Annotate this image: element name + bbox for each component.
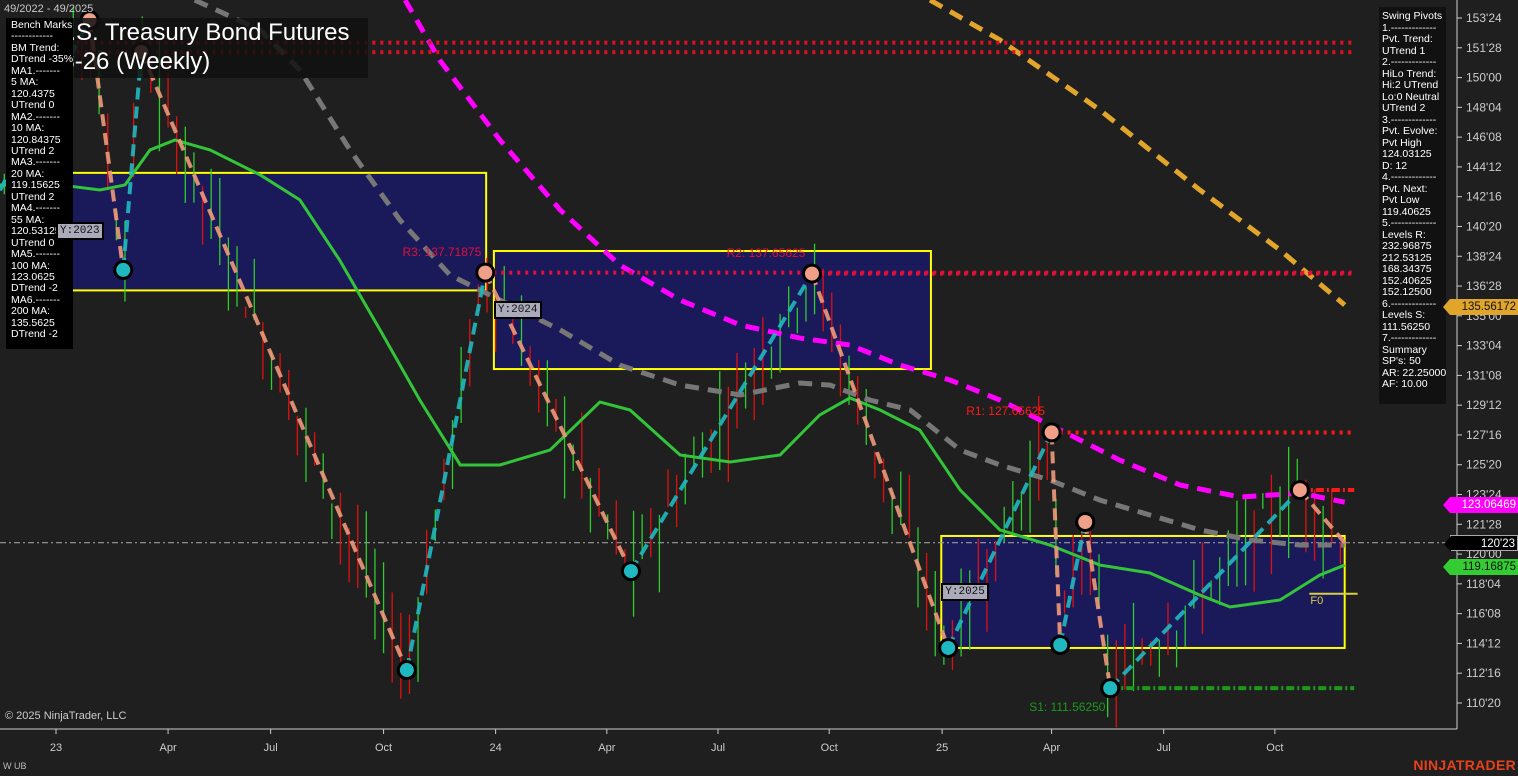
price-tick-label: 116'08 — [1466, 607, 1501, 621]
swing-pivot-high — [478, 265, 493, 280]
level-label: R3: 137.71875 — [402, 244, 482, 259]
chart-title-box: U.S. Treasury Bond Futures 03-26 (Weekly… — [48, 18, 368, 78]
price-tick-label: 148'04 — [1466, 100, 1502, 114]
level-label: R1: 127.65625 — [966, 404, 1045, 419]
f0-label: F0 — [1310, 594, 1324, 607]
price-tick-label: 144'12 — [1466, 160, 1502, 174]
bench-marks-panel: Bench Marks ------------ BM Trend: DTrend -… — [6, 18, 73, 349]
price-flag: 135.56172 — [1443, 298, 1518, 315]
swing-pivot-high — [804, 266, 819, 281]
price-chart[interactable]: 153'24 151'28 150'00 148'04 146'08 144'12 142'… — [0, 0, 1518, 776]
swing-pivot-low — [399, 663, 414, 678]
time-tick-label: Apr — [1043, 742, 1060, 754]
year-range-label: Y:2025 — [941, 583, 989, 601]
chart-title-line2: 03-26 (Weekly) — [48, 48, 211, 75]
panel-line: Swing Pivots — [1382, 10, 1443, 22]
price-tick-label: 114'12 — [1466, 636, 1501, 650]
time-tick-label: Oct — [1266, 742, 1283, 754]
level-label: S1: 111.56250 — [1029, 700, 1106, 715]
swing-pivot-high — [1078, 514, 1093, 529]
price-flag: 120'23 — [1444, 534, 1518, 552]
panel-line: UTrend 0 — [11, 99, 55, 112]
price-tick-label: 142'16 — [1466, 190, 1502, 204]
date-range: 49/2022 - 49/2025 — [4, 3, 94, 15]
time-tick-label: 25 — [936, 742, 948, 754]
panel-line: Pvt. Evolve: — [1382, 125, 1438, 137]
time-tick-label: Jul — [711, 742, 725, 754]
swing-pivot-high — [1292, 483, 1307, 498]
swing-leg — [139, 51, 409, 671]
price-tick-label: 121'28 — [1466, 517, 1502, 531]
time-tick-label: 23 — [50, 742, 62, 754]
price-tick-label: 127'16 — [1466, 428, 1502, 442]
panel-line: 124.03125 — [1382, 148, 1432, 160]
panel-line: MA4.------- — [11, 202, 60, 215]
price-tick-label: 136'28 — [1466, 279, 1502, 293]
price-tick-label: 112'16 — [1466, 666, 1501, 680]
panel-line: 10 MA: — [11, 122, 45, 135]
panel-line: 5.------------- — [1382, 217, 1437, 229]
plot-area — [0, 0, 1457, 728]
copyright: © 2025 NinjaTrader, LLC — [5, 710, 127, 722]
chart-title-line1: U.S. Treasury Bond Futures — [52, 19, 350, 46]
time-tick-label: Oct — [821, 742, 838, 754]
time-tick-label: Apr — [598, 742, 615, 754]
swing-pivot-high — [1044, 425, 1059, 440]
swing-pivot-low — [623, 564, 638, 579]
price-tick-label: 129'12 — [1466, 398, 1502, 412]
level-label: R2: 137.65625 — [726, 245, 806, 260]
swing-pivot-low — [1053, 637, 1068, 652]
price-tick-label: 138'24 — [1466, 249, 1502, 263]
ma-line-200ma — [928, 0, 1347, 307]
time-tick-label: Jul — [1157, 742, 1171, 754]
price-tick-label: 146'08 — [1466, 130, 1502, 144]
price-tick-label: 125'20 — [1466, 458, 1502, 472]
price-tick-label: 153'24 — [1466, 11, 1502, 25]
swing-pivot-low — [116, 262, 131, 277]
price-tick-label: 151'28 — [1466, 41, 1502, 55]
price-tick-label: 110'20 — [1466, 696, 1501, 710]
panel-line: Hi:2 UTrend — [1382, 79, 1439, 91]
panel-line: DTrend -2 — [11, 328, 58, 341]
swing-pivot-low — [941, 640, 956, 655]
swing-leg — [404, 272, 488, 671]
panel-line: 7.------------- — [1382, 332, 1437, 344]
chart-title: U.S. Treasury Bond Futures 03-26 (Weekly… — [48, 18, 349, 76]
instrument-label: W UB — [3, 761, 27, 771]
year-range-label: Y:2023 — [56, 222, 104, 241]
panel-line: SP's: 50 — [1382, 355, 1421, 367]
time-tick-label: 24 — [489, 742, 501, 754]
time-tick-label: Jul — [264, 742, 278, 754]
panel-line: Pvt. Trend: — [1382, 33, 1433, 45]
panel-line: Pvt Low — [1382, 194, 1420, 206]
price-tick-label: 140'20 — [1466, 219, 1502, 233]
panel-line: 152.12500 — [1382, 286, 1432, 298]
price-tick-label: 150'00 — [1466, 71, 1502, 85]
panel-line: UTrend 2 — [1382, 102, 1426, 114]
panel-line: AF: 10.00 — [1382, 378, 1428, 390]
panel-line: 2.------------- — [1382, 56, 1437, 68]
price-tick-label: 131'08 — [1466, 368, 1502, 382]
ninjatrader-logo: NINJATRADER — [1413, 757, 1516, 773]
year-range-label: Y:2024 — [493, 300, 542, 319]
panel-line: MA5.------- — [11, 248, 60, 261]
price-tick-label: 118'04 — [1466, 577, 1501, 591]
panel-line: 4.------------- — [1382, 171, 1437, 183]
year-range-box — [940, 534, 1346, 649]
panel-line: 232.96875 — [1382, 240, 1432, 252]
panel-line: Levels S: — [1382, 309, 1426, 321]
price-tick-label: 133'04 — [1466, 339, 1502, 353]
swing-pivots-panel: Swing Pivots 1.------------- Pvt. Trend: UT… — [1379, 7, 1446, 404]
panel-line: 168.34375 — [1382, 263, 1432, 275]
price-flag: 123.06469 — [1443, 497, 1518, 514]
swing-pivot-low — [1103, 681, 1118, 696]
price-flag: 119.16875 — [1443, 559, 1518, 576]
time-tick-label: Apr — [159, 742, 176, 754]
time-tick-label: Oct — [375, 742, 392, 754]
panel-line: 5 MA: — [11, 76, 39, 89]
